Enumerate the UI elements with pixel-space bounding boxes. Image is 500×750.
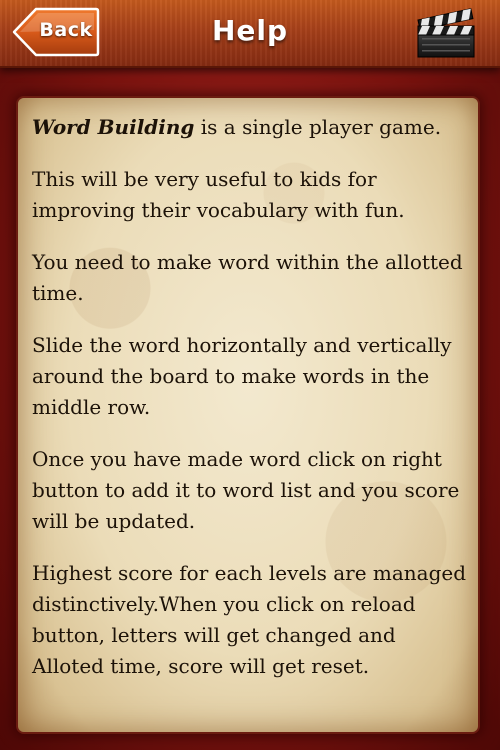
help-paragraph-3: You need to make word within the allotte…	[32, 250, 463, 305]
help-paragraph-2: This will be very useful to kids for imp…	[32, 167, 405, 222]
help-panel: Word Building is a single player game. T…	[18, 98, 478, 732]
top-bar: Back Help	[0, 0, 500, 68]
help-paragraph-1-text: is a single player game.	[194, 115, 442, 139]
clapperboard-icon	[417, 8, 475, 58]
page-title: Help	[211, 14, 289, 47]
back-button[interactable]: Back	[12, 6, 100, 58]
help-paragraph-4: Slide the word horizontally and vertical…	[32, 333, 452, 419]
help-paragraph-1: Word Building is a single player game.	[32, 112, 468, 143]
help-paragraph-5: Once you have made word click on right b…	[32, 447, 460, 533]
clapperboard-button[interactable]	[414, 6, 478, 60]
game-name: Word Building	[32, 115, 195, 139]
help-paragraph-6: Highest score for each levels are manage…	[32, 561, 467, 678]
back-button-label: Back	[39, 19, 93, 41]
help-text: Word Building is a single player game. T…	[32, 112, 468, 703]
